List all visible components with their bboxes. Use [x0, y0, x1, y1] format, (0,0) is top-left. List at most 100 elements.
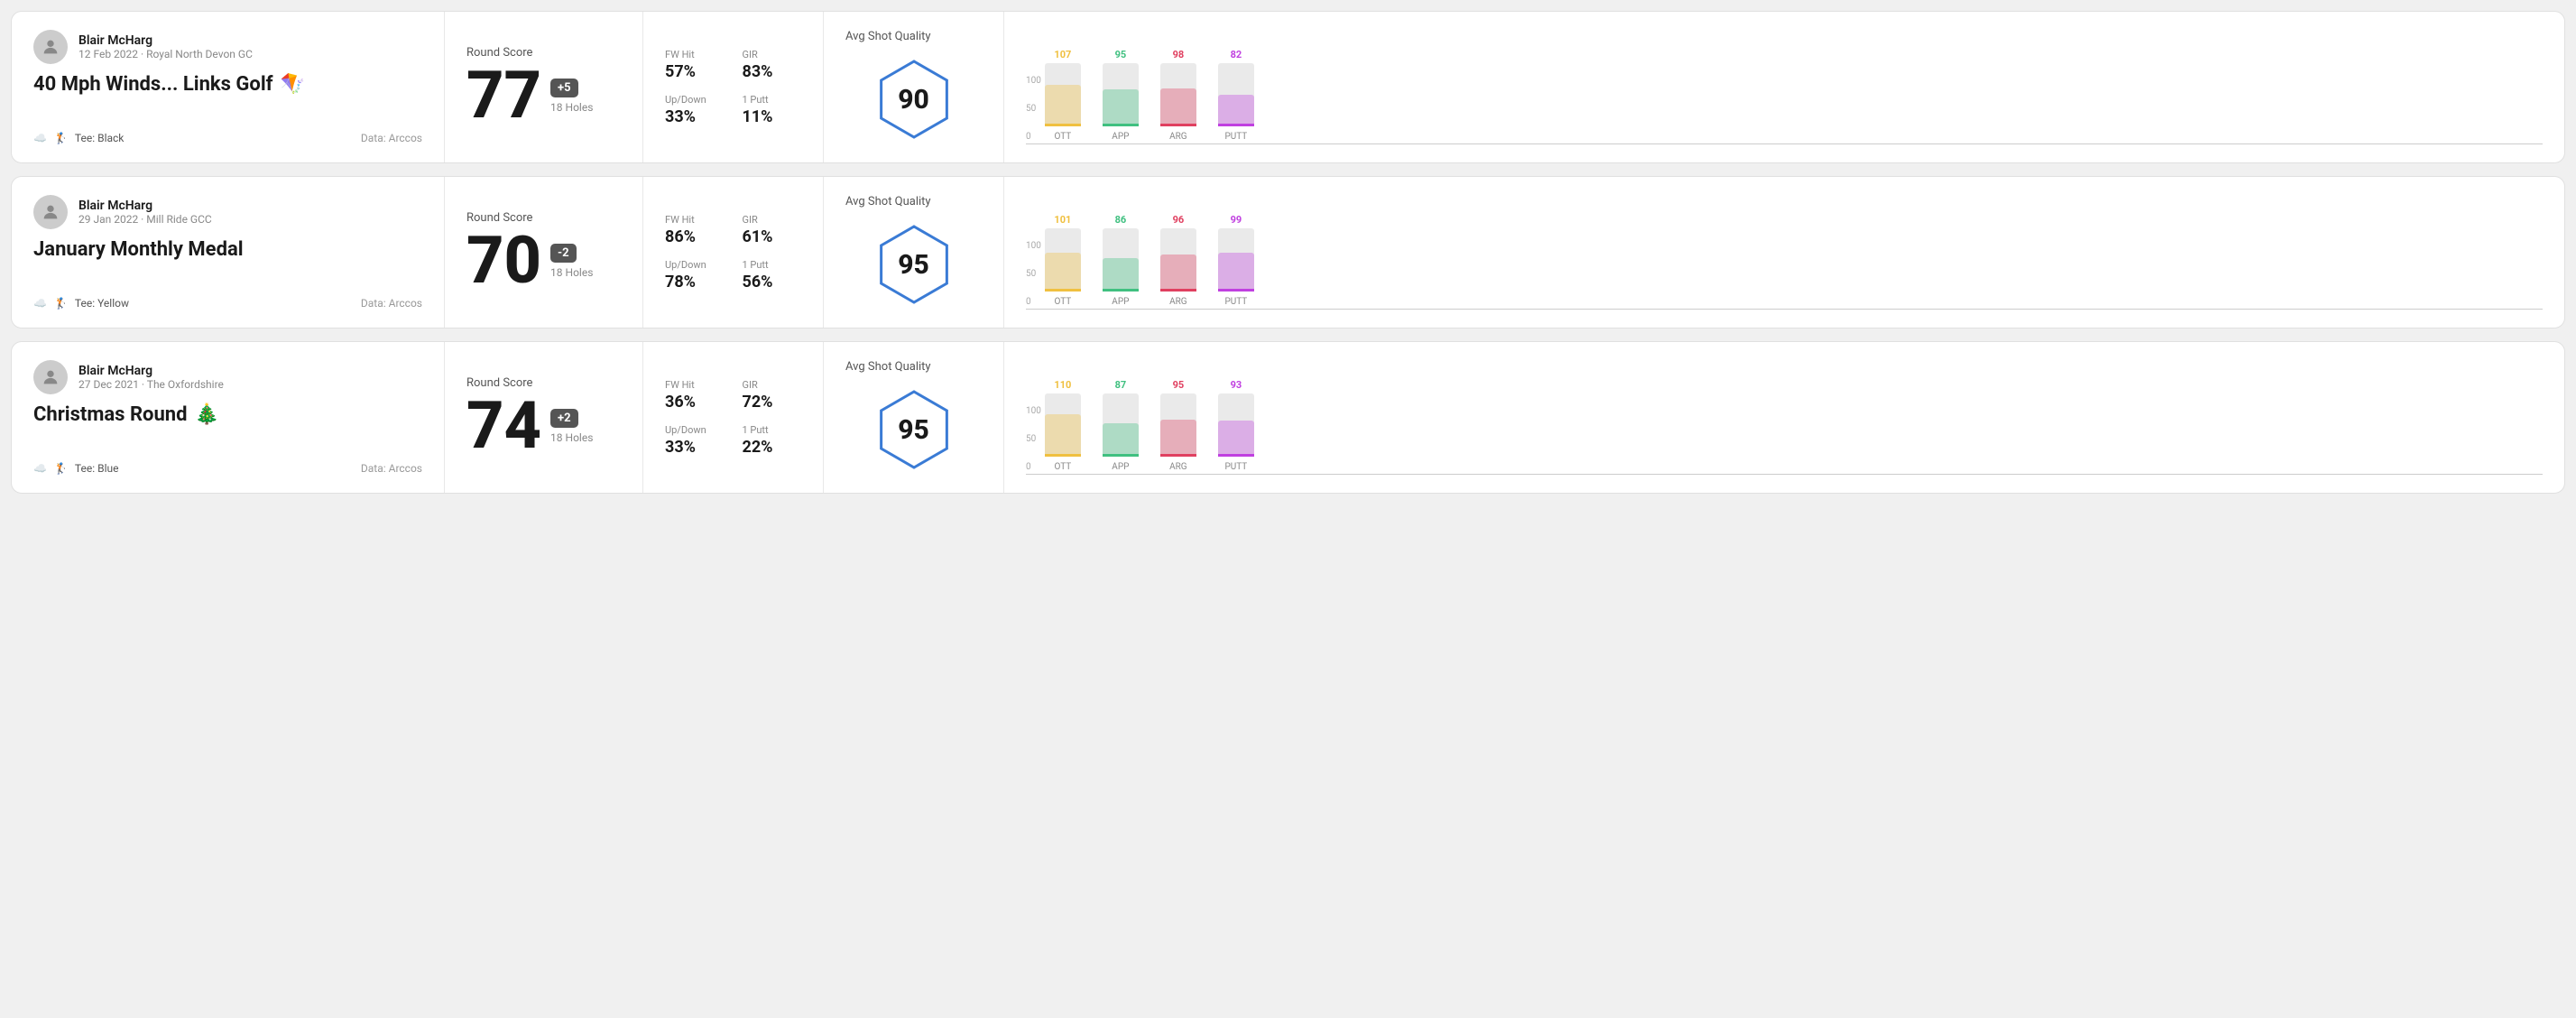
card-stats: FW Hit 36% GIR 72% Up/Down 33% 1 Putt 22… [643, 342, 824, 493]
gir-label: GIR [743, 214, 802, 226]
hexagon-score: 90 [898, 84, 929, 116]
bar-group-app: 86 APP [1103, 214, 1139, 307]
bar-x-label-arg: ARG [1169, 297, 1187, 307]
one-putt-label: 1 Putt [743, 424, 802, 436]
bar-group-putt: 99 PUTT [1218, 214, 1254, 307]
bar-wrapper-ott [1045, 228, 1081, 292]
stat-one-putt: 1 Putt 56% [743, 259, 802, 292]
bar-fill-putt [1218, 421, 1254, 457]
up-down-label: Up/Down [665, 259, 725, 271]
y-label-100: 100 [1026, 77, 1041, 86]
bar-fill-app [1103, 423, 1139, 457]
one-putt-label: 1 Putt [743, 259, 802, 271]
bag-icon: 🏌️ [54, 462, 68, 475]
one-putt-value: 11% [743, 107, 802, 126]
weather-icon: ☁️ [33, 132, 47, 144]
score-diff: -2 [550, 244, 577, 263]
fw-hit-value: 36% [665, 393, 725, 412]
up-down-value: 78% [665, 273, 725, 292]
person-icon [41, 202, 60, 222]
bar-group-arg: 95 ARG [1160, 379, 1196, 472]
bar-group-app: 95 APP [1103, 49, 1139, 142]
avatar [33, 360, 68, 394]
tee-info: ☁️ 🏌️ Tee: Blue [33, 462, 118, 475]
bars-area: 107 OTT 95 APP 98 ARG 82 [1045, 77, 1254, 142]
weather-icon: ☁️ [33, 462, 47, 475]
bar-line-arg [1160, 454, 1196, 457]
bar-value-arg: 96 [1173, 214, 1185, 226]
score-number: 74 [466, 393, 541, 458]
stat-fw-hit: FW Hit 57% [665, 49, 725, 81]
round-card: Blair McHarg 12 Feb 2022 · Royal North D… [11, 11, 2565, 163]
bar-wrapper-app [1103, 63, 1139, 126]
bar-value-app: 86 [1115, 214, 1127, 226]
bar-x-label-ott: OTT [1054, 297, 1071, 307]
stat-up-down: Up/Down 78% [665, 259, 725, 292]
bar-x-label-ott: OTT [1054, 132, 1071, 142]
bar-line-ott [1045, 454, 1081, 457]
bar-line-app [1103, 454, 1139, 457]
bar-wrapper-ott [1045, 63, 1081, 126]
y-label-100: 100 [1026, 242, 1041, 251]
y-label-100: 100 [1026, 407, 1041, 416]
bar-line-ott [1045, 289, 1081, 292]
score-number: 70 [466, 228, 541, 293]
bars-with-yaxis: 100 50 0 110 OTT 87 APP [1026, 407, 2543, 472]
y-axis-labels: 100 50 0 [1026, 407, 1041, 472]
card-score: Round Score 77 +5 18 Holes [445, 12, 643, 162]
bar-line-app [1103, 289, 1139, 292]
stats-grid: FW Hit 36% GIR 72% Up/Down 33% 1 Putt 22… [665, 379, 801, 457]
gir-value: 72% [743, 393, 802, 412]
hexagon-score: 95 [898, 249, 929, 281]
stat-gir: GIR 72% [743, 379, 802, 412]
person-icon [41, 37, 60, 57]
bar-fill-ott [1045, 253, 1081, 292]
round-title: January Monthly Medal [33, 238, 422, 261]
up-down-label: Up/Down [665, 424, 725, 436]
bar-fill-arg [1160, 255, 1196, 292]
quality-label: Avg Shot Quality [845, 195, 931, 208]
player-info: Blair McHarg 12 Feb 2022 · Royal North D… [78, 33, 253, 60]
chart-inner: 100 50 0 110 OTT 87 APP [1026, 407, 2543, 475]
y-label-50: 50 [1026, 105, 1041, 114]
bar-wrapper-putt [1218, 228, 1254, 292]
player-info: Blair McHarg 29 Jan 2022 · Mill Ride GCC [78, 199, 212, 226]
chart-axis-line [1026, 143, 2543, 144]
player-row: Blair McHarg 27 Dec 2021 · The Oxfordshi… [33, 360, 422, 394]
data-source: Data: Arccos [361, 462, 422, 475]
stat-gir: GIR 61% [743, 214, 802, 246]
round-title: 40 Mph Winds... Links Golf 🪁 [33, 73, 422, 96]
player-row: Blair McHarg 29 Jan 2022 · Mill Ride GCC [33, 195, 422, 229]
y-label-0: 0 [1026, 463, 1041, 472]
card-chart: 100 50 0 101 OTT 86 APP [1004, 177, 2564, 328]
hexagon: 95 [869, 384, 959, 475]
bar-wrapper-arg [1160, 393, 1196, 457]
data-source: Data: Arccos [361, 297, 422, 310]
stat-fw-hit: FW Hit 36% [665, 379, 725, 412]
gir-value: 61% [743, 227, 802, 246]
hexagon-container: 95 [845, 219, 982, 310]
stats-grid: FW Hit 57% GIR 83% Up/Down 33% 1 Putt 11… [665, 49, 801, 126]
bar-wrapper-putt [1218, 63, 1254, 126]
bar-value-arg: 98 [1173, 49, 1185, 60]
stats-grid: FW Hit 86% GIR 61% Up/Down 78% 1 Putt 56… [665, 214, 801, 292]
bar-fill-putt [1218, 95, 1254, 126]
score-diff: +5 [550, 79, 578, 97]
card-quality: Avg Shot Quality 90 [824, 12, 1004, 162]
chart-inner: 100 50 0 101 OTT 86 APP [1026, 242, 2543, 310]
bar-line-arg [1160, 124, 1196, 126]
y-axis-labels: 100 50 0 [1026, 77, 1041, 142]
player-name: Blair McHarg [78, 199, 212, 213]
bar-value-ott: 110 [1054, 379, 1071, 391]
data-source: Data: Arccos [361, 132, 422, 144]
player-name: Blair McHarg [78, 33, 253, 48]
score-main: 74 +2 18 Holes [466, 393, 621, 458]
quality-label: Avg Shot Quality [845, 360, 931, 374]
stat-fw-hit: FW Hit 86% [665, 214, 725, 246]
round-card: Blair McHarg 29 Jan 2022 · Mill Ride GCC… [11, 176, 2565, 329]
bar-fill-ott [1045, 414, 1081, 457]
card-left: Blair McHarg 29 Jan 2022 · Mill Ride GCC… [12, 177, 445, 328]
stat-one-putt: 1 Putt 11% [743, 94, 802, 126]
bar-x-label-app: APP [1112, 132, 1129, 142]
person-icon [41, 367, 60, 387]
